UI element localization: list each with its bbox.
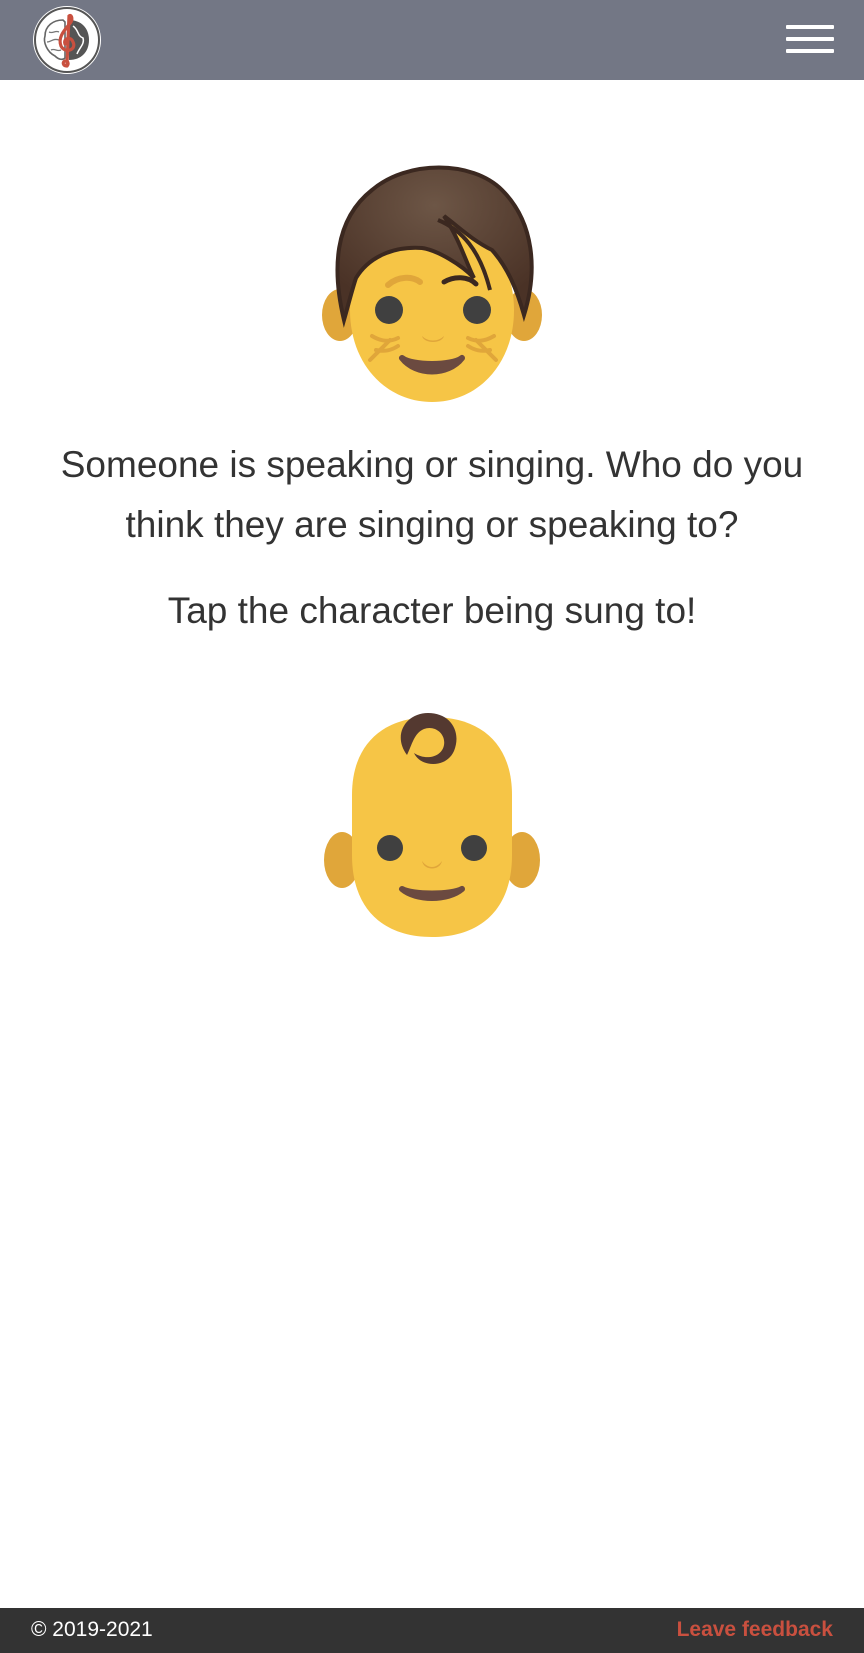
tap-instruction: Tap the character being sung to! bbox=[167, 590, 697, 631]
baby-character-icon[interactable] bbox=[322, 705, 542, 945]
singer-person-icon bbox=[312, 150, 552, 410]
menu-bar-line bbox=[786, 37, 834, 41]
top-nav-bar bbox=[0, 0, 864, 80]
logo-icon[interactable] bbox=[33, 6, 101, 74]
menu-bar-line bbox=[786, 49, 834, 53]
question-prompt: Someone is speaking or singing. Who do y… bbox=[60, 444, 804, 545]
menu-bar-line bbox=[786, 25, 834, 29]
copyright-text: © 2019-2021 bbox=[31, 1618, 153, 1641]
leave-feedback-link[interactable]: Leave feedback bbox=[677, 1618, 833, 1642]
hamburger-menu-icon[interactable] bbox=[786, 22, 834, 58]
footer-bar: © 2019-2021 Leave feedback bbox=[0, 1608, 864, 1653]
